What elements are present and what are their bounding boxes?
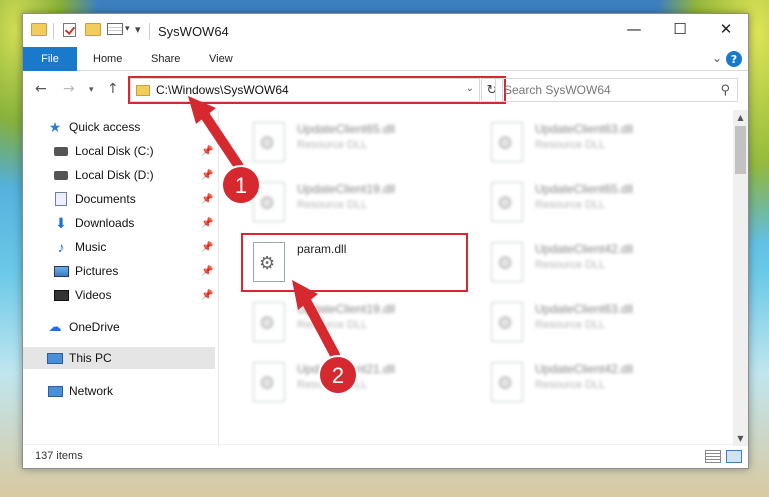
dll-file-icon [253, 182, 285, 222]
pin-icon[interactable]: 📌 [201, 242, 213, 253]
file-item[interactable]: UpdateClient63.dll Resource DLL [481, 116, 711, 170]
drive-icon [53, 167, 69, 183]
dll-file-icon [253, 122, 285, 162]
file-item[interactable]: UpdateClient42.dll Resource DLL [481, 236, 711, 290]
qa-dropdown-icon[interactable]: ▾ [135, 23, 141, 36]
file-item[interactable]: UpdateClient19.dll Resource DLL [243, 176, 473, 230]
customize-qa-icon[interactable]: ▾ [107, 23, 130, 35]
minimize-button[interactable]: — [611, 14, 657, 44]
large-icons-view-icon[interactable] [726, 450, 742, 463]
nav-downloads[interactable]: ⬇ Downloads [53, 212, 213, 234]
nav-quick-access[interactable]: ★ Quick access [47, 116, 207, 138]
file-item[interactable]: UpdateClient65.dll Resource DLL [481, 176, 711, 230]
status-bar: 137 items [23, 444, 748, 468]
dll-file-icon [491, 122, 523, 162]
pin-icon[interactable]: 📌 [201, 194, 213, 205]
highlight-file-box [241, 233, 468, 292]
navigation-bar: ← → ▾ ↑ C:\Windows\SysWOW64 ⌄ ↻ Search S… [23, 76, 748, 104]
properties-check-icon[interactable] [63, 23, 76, 37]
pin-icon[interactable]: 📌 [201, 146, 213, 157]
file-item[interactable]: UpdateClient21.dll Resource DLL [243, 356, 473, 410]
nav-local-disk-d[interactable]: Local Disk (D:) [53, 164, 213, 186]
music-icon: ♪ [57, 239, 65, 255]
maximize-button[interactable]: ☐ [657, 14, 703, 44]
dll-file-icon [253, 362, 285, 402]
highlight-address-box [128, 76, 506, 104]
nav-documents[interactable]: Documents [53, 188, 213, 210]
file-item[interactable]: UpdateClient65.dll Resource DLL [243, 116, 473, 170]
videos-icon [53, 287, 69, 303]
up-arrow-icon[interactable]: ↑ [107, 81, 119, 97]
pin-icon[interactable]: 📌 [201, 266, 213, 277]
tab-home[interactable]: Home [93, 53, 122, 65]
scroll-thumb[interactable] [735, 126, 746, 174]
dll-file-icon [491, 242, 523, 282]
tab-file[interactable]: File [23, 47, 77, 71]
documents-icon [53, 191, 69, 207]
onedrive-icon: ☁ [48, 319, 62, 334]
qa-separator-2 [149, 23, 150, 39]
download-icon: ⬇ [55, 214, 67, 231]
network-icon [47, 383, 63, 399]
file-item[interactable]: UpdateClient42.dll Resource DLL [481, 356, 711, 410]
dll-file-icon [491, 182, 523, 222]
qa-separator [53, 23, 54, 39]
title-bar: ▾ ▾ SysWOW64 — ☐ ✕ [23, 14, 748, 50]
dll-file-icon [253, 302, 285, 342]
pictures-icon [53, 263, 69, 279]
search-icon[interactable]: ⚲ [720, 83, 730, 98]
star-icon: ★ [48, 118, 62, 135]
title-folder-icon [31, 23, 47, 36]
tab-share[interactable]: Share [151, 53, 180, 65]
search-placeholder: Search SysWOW64 [504, 83, 611, 97]
navigation-pane: ★ Quick access Local Disk (C:) Local Dis… [23, 110, 216, 446]
nav-videos[interactable]: Videos [53, 284, 213, 306]
dll-file-icon [491, 362, 523, 402]
item-count: 137 items [35, 450, 83, 462]
explorer-window: ▾ ▾ SysWOW64 — ☐ ✕ File Home Share View … [22, 13, 749, 469]
scroll-up-icon[interactable]: ▲ [733, 110, 748, 125]
close-button[interactable]: ✕ [703, 14, 749, 44]
search-input[interactable]: Search SysWOW64 ⚲ [495, 78, 738, 102]
nav-this-pc[interactable]: This PC [23, 347, 215, 369]
vertical-scrollbar[interactable]: ▲ ▼ [733, 110, 748, 446]
ribbon-tabs: File Home Share View ⌄ ? [23, 47, 748, 71]
computer-icon [47, 350, 63, 366]
details-view-icon[interactable] [705, 450, 721, 463]
drive-icon [53, 143, 69, 159]
file-item[interactable]: UpdateClient19.dll Resource DLL [243, 296, 473, 350]
tab-view[interactable]: View [209, 53, 233, 65]
recent-locations-icon[interactable]: ▾ [89, 85, 94, 95]
forward-arrow-icon[interactable]: → [63, 81, 75, 97]
nav-pictures[interactable]: Pictures [53, 260, 213, 282]
nav-local-disk-c[interactable]: Local Disk (C:) [53, 140, 213, 162]
help-icon[interactable]: ? [726, 51, 742, 67]
pin-icon[interactable]: 📌 [201, 218, 213, 229]
new-folder-icon[interactable] [85, 23, 101, 36]
nav-network[interactable]: Network [47, 380, 207, 402]
expand-ribbon-icon[interactable]: ⌄ [712, 51, 722, 65]
nav-music[interactable]: ♪ Music [53, 236, 213, 258]
back-arrow-icon[interactable]: ← [35, 81, 47, 97]
pin-icon[interactable]: 📌 [201, 290, 213, 301]
nav-onedrive[interactable]: ☁ OneDrive [47, 316, 207, 338]
file-item[interactable]: UpdateClient63.dll Resource DLL [481, 296, 711, 350]
dll-file-icon [491, 302, 523, 342]
pin-icon[interactable]: 📌 [201, 170, 213, 181]
window-title: SysWOW64 [158, 24, 229, 39]
